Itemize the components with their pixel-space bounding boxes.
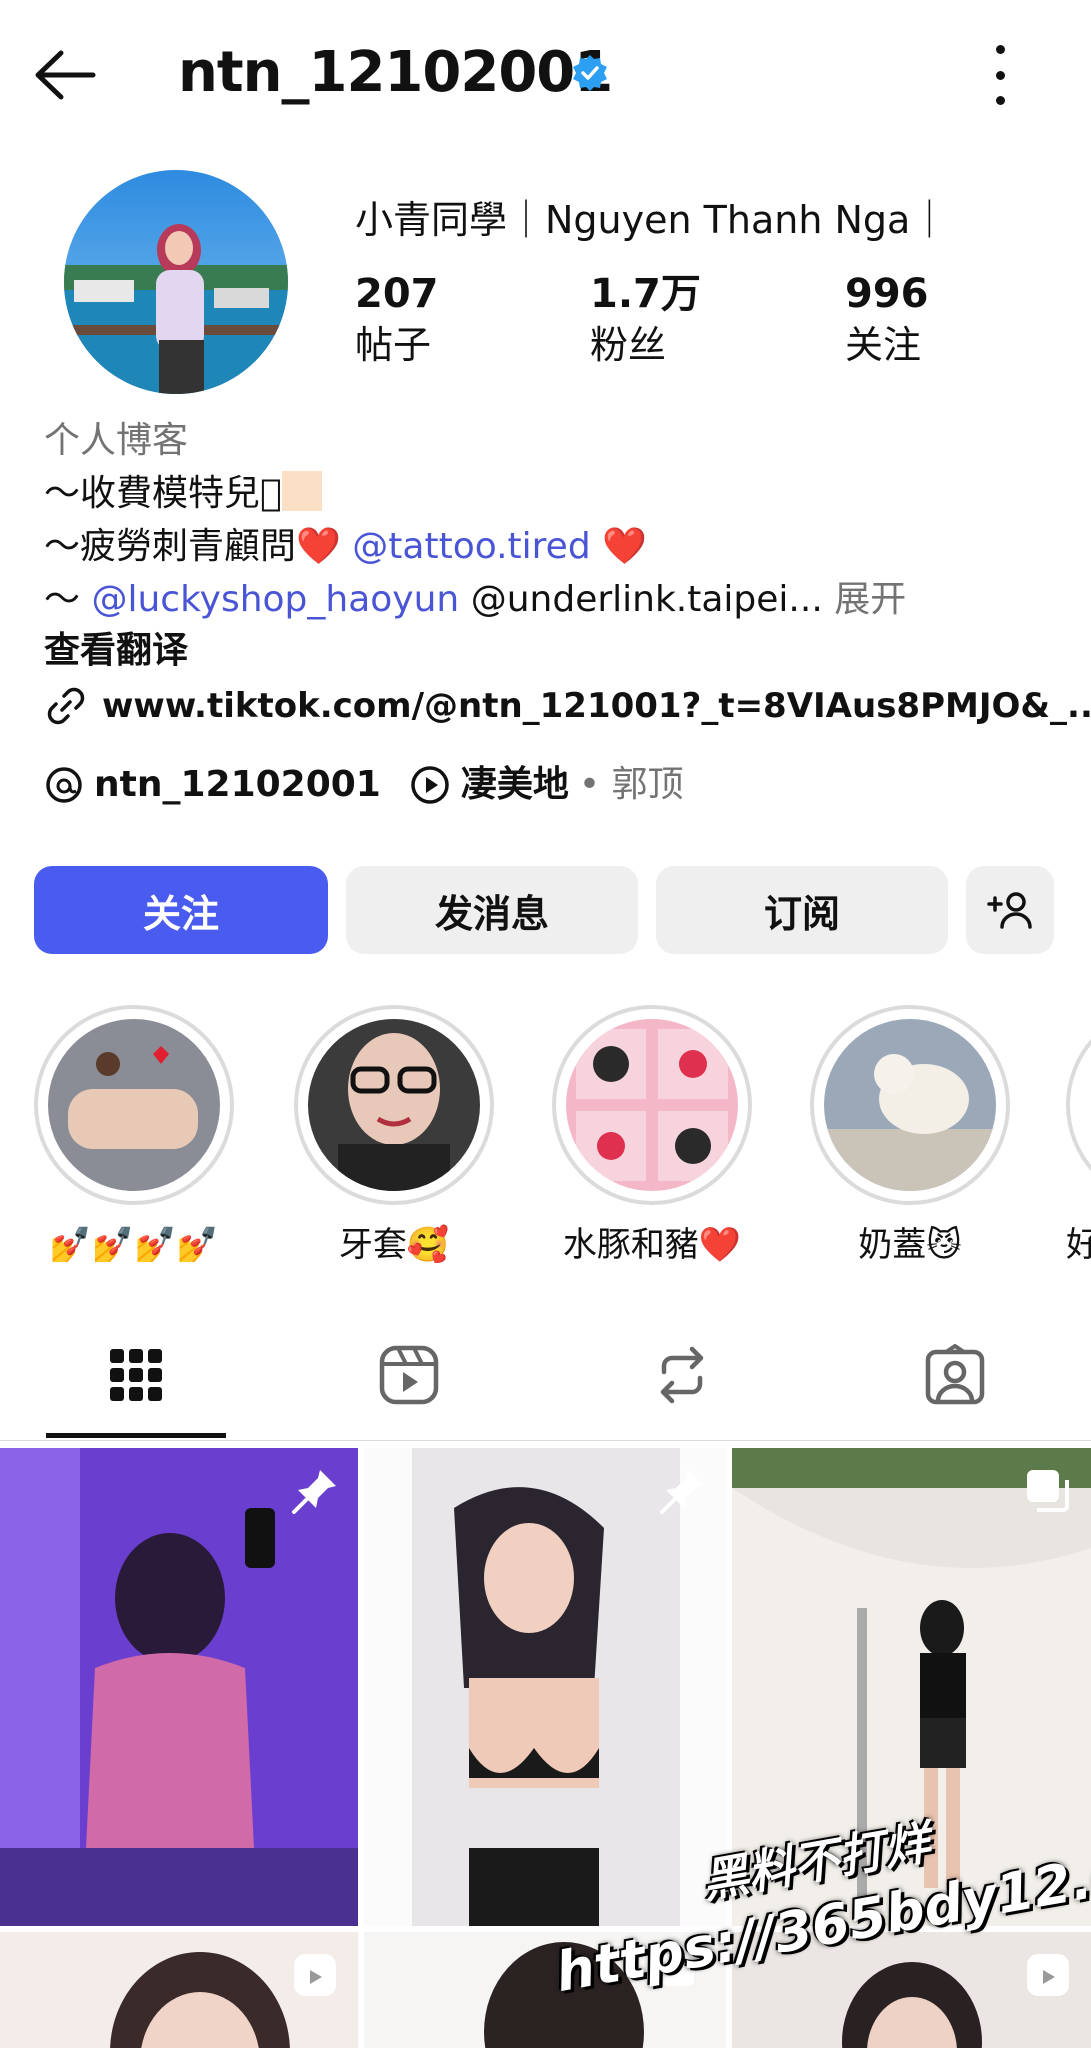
bio-line-2: ～疲勞刺青顧問❤️ @tattoo.tired ❤️ xyxy=(44,521,1064,573)
bio-text: ～收費模特兒  xyxy=(44,473,282,514)
tab-divider xyxy=(0,1440,1091,1441)
highlight-item[interactable]: 💅💅💅💅 xyxy=(34,1005,234,1267)
bio-text: ❤️ xyxy=(602,526,647,567)
highlight-item[interactable]: 牙套🥰 xyxy=(294,1005,494,1267)
pin-icon xyxy=(292,1470,336,1514)
mention-link[interactable]: @underlink.taipei... xyxy=(471,579,823,620)
highlight-ring xyxy=(294,1005,494,1205)
profile-link[interactable]: www.tiktok.com/@ntn_121001?_t=8VIAus8PMJ… xyxy=(44,678,1091,734)
highlight-item[interactable]: 水豚和豬❤️ xyxy=(552,1005,752,1267)
profile-link-text: www.tiktok.com/@ntn_121001?_t=8VIAus8PMJ… xyxy=(102,686,1091,726)
reels-icon xyxy=(379,1345,439,1405)
tab-reels[interactable] xyxy=(309,1325,509,1425)
highlight-cover xyxy=(566,1019,738,1191)
highlight-ring xyxy=(1066,1005,1091,1205)
skin-swatch xyxy=(281,471,322,511)
stat-followers-label: 粉丝 xyxy=(590,323,667,367)
stat-following-count: 996 xyxy=(845,271,929,317)
highlight-ring xyxy=(34,1005,234,1205)
avatar-photo xyxy=(64,170,288,394)
bio-text: ～疲勞刺青顧問❤️ xyxy=(44,526,341,567)
highlight-ring xyxy=(552,1005,752,1205)
bio-line-3: ～ @luckyshop_haoyun @underlink.taipei...… xyxy=(44,574,1064,626)
stat-posts-count: 207 xyxy=(355,271,439,317)
message-button[interactable]: 发消息 xyxy=(346,866,638,954)
mention-link[interactable]: @tattoo.tired xyxy=(352,526,590,567)
highlight-label: 牙套🥰 xyxy=(338,1225,450,1265)
highlight-cover xyxy=(48,1019,220,1191)
arrow-left-icon xyxy=(35,50,96,100)
threads-handle: ntn_12102001 xyxy=(94,764,381,805)
highlight-cover xyxy=(308,1019,480,1191)
stat-followers-count: 1.7万 xyxy=(590,271,701,317)
highlight-label: 奶蓋😼 xyxy=(858,1225,962,1265)
carousel-icon xyxy=(1027,1470,1069,1512)
more-dot xyxy=(995,70,1005,80)
back-button[interactable] xyxy=(30,40,100,110)
highlight-ring xyxy=(810,1005,1010,1205)
profile-avatar[interactable] xyxy=(64,170,288,394)
stat-following[interactable]: 996 关注 xyxy=(845,268,1045,370)
stat-posts[interactable]: 207 帖子 xyxy=(355,268,555,370)
follow-button[interactable]: 关注 xyxy=(34,866,328,954)
highlight-item[interactable]: 好 xyxy=(1066,1005,1091,1267)
subscribe-button[interactable]: 订阅 xyxy=(656,866,948,954)
more-dot xyxy=(995,45,1005,54)
highlight-label: 💅💅💅💅 xyxy=(49,1225,219,1265)
verified-badge-icon xyxy=(573,55,607,91)
highlight-cover xyxy=(824,1019,996,1191)
profile-username: ntn_12102001 xyxy=(178,40,613,105)
stat-followers[interactable]: 1.7万 粉丝 xyxy=(590,268,790,370)
grid-icon xyxy=(110,1349,162,1401)
tab-tagged[interactable] xyxy=(855,1325,1055,1425)
link-icon xyxy=(47,687,85,725)
pin-icon xyxy=(660,1470,704,1514)
post-image xyxy=(364,1448,726,1926)
post-tile[interactable] xyxy=(0,1448,358,1926)
add-person-icon xyxy=(987,892,1032,929)
stat-posts-label: 帖子 xyxy=(355,323,432,367)
post-image xyxy=(0,1448,358,1926)
stat-following-label: 关注 xyxy=(845,323,922,367)
post-tile[interactable] xyxy=(364,1448,726,1926)
threads-chip[interactable]: ntn_12102001 xyxy=(44,758,381,812)
music-chip[interactable]: 凄美地 • 郭顶 xyxy=(409,758,684,812)
bio-text: ～ xyxy=(44,579,81,620)
tab-posts[interactable] xyxy=(36,1325,236,1425)
tab-reposts[interactable] xyxy=(582,1325,782,1425)
mention-link[interactable]: @luckyshop_haoyun xyxy=(91,579,459,620)
profile-chips: ntn_12102001 凄美地 • 郭顶 xyxy=(44,758,684,812)
suggest-user-button[interactable] xyxy=(966,866,1054,954)
bio-line-1: ～收費模特兒  xyxy=(44,468,1064,520)
highlight-item[interactable]: 奶蓋😼 xyxy=(810,1005,1010,1267)
more-options-button[interactable] xyxy=(980,45,1020,105)
profile-display-name: 小青同學｜Nguyen Thanh Nga｜ xyxy=(355,198,949,242)
highlight-label: 好 xyxy=(1066,1225,1091,1265)
active-tab-indicator xyxy=(46,1433,226,1438)
profile-category: 个人博客 xyxy=(44,420,189,461)
more-dot xyxy=(995,96,1005,105)
tagged-person-icon xyxy=(925,1344,985,1405)
expand-bio-link[interactable]: 展开 xyxy=(834,579,906,620)
repost-icon xyxy=(660,1346,704,1404)
translate-link[interactable]: 查看翻译 xyxy=(44,625,1064,677)
post-tile[interactable] xyxy=(0,1932,358,2048)
play-circle-icon xyxy=(411,766,449,804)
threads-icon xyxy=(46,767,82,803)
highlight-label: 水豚和豬❤️ xyxy=(562,1225,742,1265)
music-artist: • 郭顶 xyxy=(578,764,684,805)
music-title: 凄美地 xyxy=(460,764,569,805)
reel-badge-icon xyxy=(294,1954,336,1996)
